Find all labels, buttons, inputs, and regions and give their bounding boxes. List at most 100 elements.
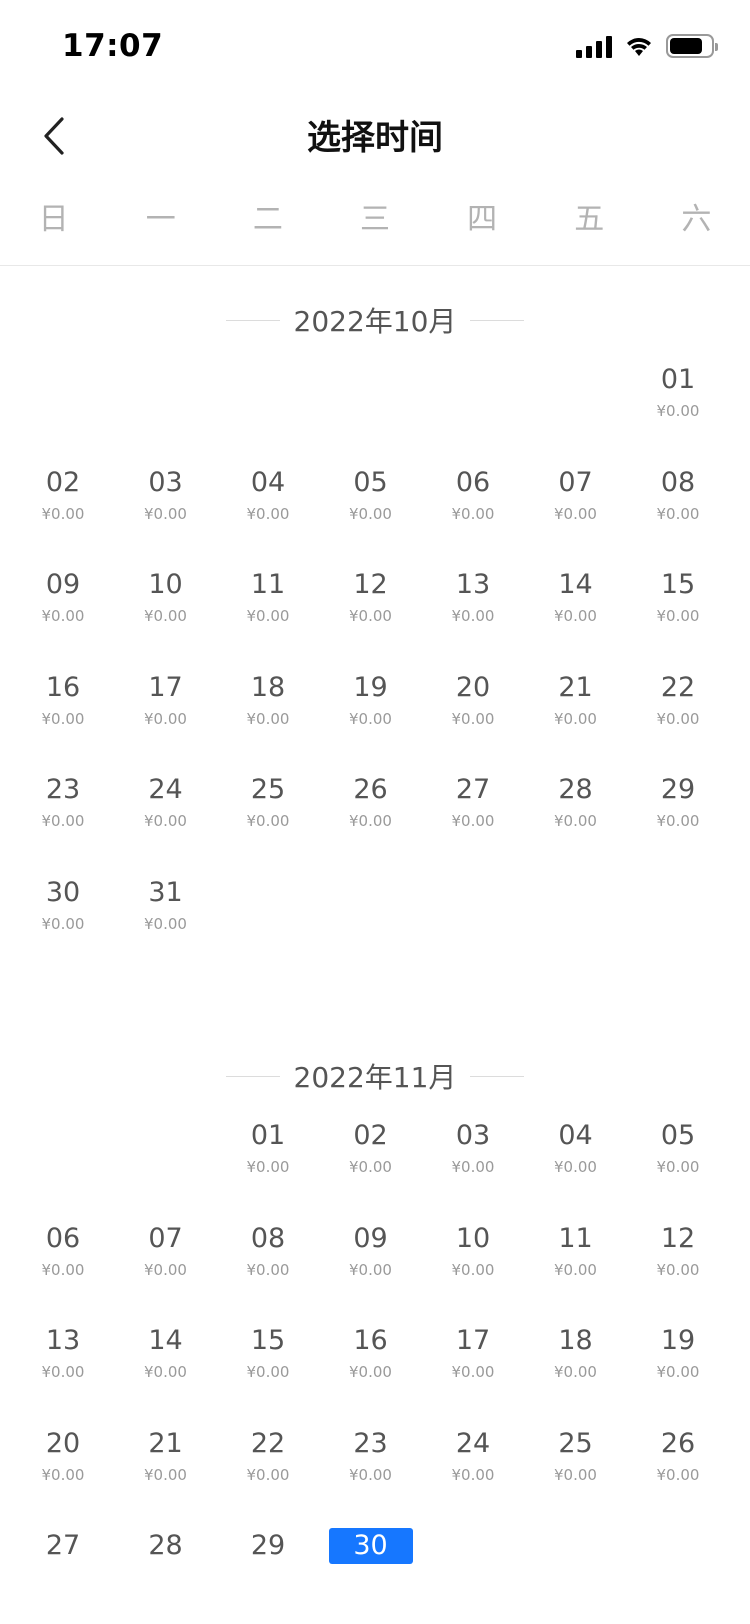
day-number: 07	[148, 1222, 183, 1254]
day-number: 18	[250, 671, 286, 703]
day-price: ¥0.00	[349, 709, 392, 728]
day-price: ¥0.00	[246, 812, 290, 830]
month-title: 2022年10月	[293, 305, 457, 338]
day-number: 17	[148, 671, 183, 703]
day-cell[interactable]: 26 ¥0.00	[630, 1426, 726, 1518]
day-cell[interactable]: 22 ¥0.00	[630, 670, 726, 762]
day-cell[interactable]: 11 ¥0.00	[220, 567, 316, 659]
day-price: ¥0.00	[246, 1363, 290, 1381]
day-price: ¥0.00	[41, 914, 85, 933]
day-price: ¥0.00	[656, 402, 700, 420]
day-cell[interactable]: 08 ¥0.00	[630, 465, 726, 557]
day-number: 01	[250, 1120, 286, 1151]
day-cell[interactable]: 12 ¥0.00	[630, 1221, 726, 1313]
day-cell[interactable]: 09 ¥0.00	[15, 567, 111, 659]
day-cell[interactable]: 10 ¥0.00	[425, 1221, 521, 1313]
status-time: 17:07	[62, 28, 164, 64]
day-cell[interactable]: 24 ¥0.00	[425, 1426, 521, 1518]
day-number: 11	[250, 569, 286, 600]
day-cell[interactable]: 02 ¥0.00	[323, 1118, 419, 1210]
day-cell[interactable]: 23 ¥0.00	[323, 1426, 419, 1518]
day-number: 15	[250, 1325, 286, 1356]
day-cell[interactable]: 03 ¥0.00	[118, 465, 214, 557]
day-cell[interactable]: 13 ¥0.00	[15, 1323, 111, 1415]
day-cell[interactable]: 26 ¥0.00	[323, 772, 419, 864]
day-cell[interactable]: 12 ¥0.00	[323, 567, 419, 659]
day-cell[interactable]: 14 ¥0.00	[528, 567, 624, 659]
day-price: ¥0.00	[41, 1465, 85, 1484]
weekday-thu: 四	[467, 202, 498, 237]
day-price: ¥0.00	[656, 812, 700, 830]
day-cell[interactable]: 15 ¥0.00	[630, 567, 726, 659]
day-cell[interactable]: 18 ¥0.00	[220, 670, 316, 762]
day-cell[interactable]: 18 ¥0.00	[528, 1323, 624, 1415]
day-cell[interactable]: 29	[220, 1528, 316, 1620]
weekday-tue: 二	[252, 202, 283, 237]
day-cell[interactable]: 28	[118, 1528, 214, 1620]
day-cell[interactable]: 20 ¥0.00	[425, 670, 521, 762]
day-cell[interactable]: 27 ¥0.00	[425, 772, 521, 864]
day-cell[interactable]: 21 ¥0.00	[118, 1426, 214, 1518]
day-cell[interactable]: 29 ¥0.00	[630, 772, 726, 864]
day-cell[interactable]: 04 ¥0.00	[528, 1118, 624, 1210]
day-number: 03	[148, 466, 183, 498]
day-cell[interactable]: 04 ¥0.00	[220, 465, 316, 557]
day-cell[interactable]: 25 ¥0.00	[220, 772, 316, 864]
day-cell[interactable]: 07 ¥0.00	[118, 1221, 214, 1313]
day-price: ¥0.00	[144, 607, 187, 625]
day-price: ¥0.00	[246, 504, 290, 523]
month-title: 2022年11月	[293, 1061, 457, 1094]
day-cell[interactable]: 01 ¥0.00	[220, 1118, 316, 1210]
day-cell[interactable]: 25 ¥0.00	[528, 1426, 624, 1518]
day-number: 09	[45, 569, 81, 600]
day-cell[interactable]: 15 ¥0.00	[220, 1323, 316, 1415]
day-cell[interactable]: 05 ¥0.00	[630, 1118, 726, 1210]
day-cell[interactable]: 09 ¥0.00	[323, 1221, 419, 1313]
day-cell[interactable]: 24 ¥0.00	[118, 772, 214, 864]
day-cell[interactable]: 01 ¥0.00	[630, 362, 726, 454]
day-price: ¥0.00	[349, 504, 392, 523]
day-number: 05	[660, 1120, 696, 1151]
weekday-header: 日 一 二 三 四 五 六	[0, 180, 750, 266]
month-header: 2022年11月	[0, 1046, 750, 1106]
day-cell[interactable]: 11 ¥0.00	[528, 1221, 624, 1313]
day-cell[interactable]: 28 ¥0.00	[528, 772, 624, 864]
day-cell[interactable]: 02 ¥0.00	[15, 465, 111, 557]
day-cell[interactable]: 10 ¥0.00	[118, 567, 214, 659]
divider	[470, 1075, 525, 1077]
day-price: ¥0.00	[41, 1260, 85, 1279]
day-cell[interactable]: 17 ¥0.00	[118, 670, 214, 762]
signal-icon	[576, 34, 612, 58]
day-price: ¥0.00	[554, 709, 597, 728]
day-cell[interactable]: 05 ¥0.00	[323, 465, 419, 557]
day-cell[interactable]: 17 ¥0.00	[425, 1323, 521, 1415]
day-price: ¥0.00	[41, 709, 85, 728]
day-number: 18	[558, 1325, 593, 1356]
day-cell[interactable]: 19 ¥0.00	[630, 1323, 726, 1415]
day-cell[interactable]: 06 ¥0.00	[425, 465, 521, 557]
day-cell[interactable]: 19 ¥0.00	[323, 670, 419, 762]
day-number: 13	[45, 1325, 81, 1356]
day-cell[interactable]: 16 ¥0.00	[323, 1323, 419, 1415]
weekday-sat: 六	[681, 202, 712, 237]
day-cell[interactable]: 27	[15, 1528, 111, 1620]
day-cell[interactable]: 07 ¥0.00	[528, 465, 624, 557]
day-cell[interactable]: 16 ¥0.00	[15, 670, 111, 762]
day-cell[interactable]: 23 ¥0.00	[15, 772, 111, 864]
day-cell[interactable]: 14 ¥0.00	[118, 1323, 214, 1415]
day-number: 29	[250, 1530, 286, 1561]
day-cell[interactable]: 21 ¥0.00	[528, 670, 624, 762]
day-cell[interactable]: 20 ¥0.00	[15, 1426, 111, 1518]
day-cell[interactable]: 06 ¥0.00	[15, 1221, 111, 1313]
day-cell[interactable]: 31 ¥0.00	[118, 875, 214, 967]
day-price: ¥0.00	[144, 914, 187, 933]
selected-day-cell[interactable]: 30	[323, 1528, 419, 1620]
day-cell[interactable]: 30 ¥0.00	[15, 875, 111, 967]
day-cell[interactable]: 08 ¥0.00	[220, 1221, 316, 1313]
day-cell[interactable]: 22 ¥0.00	[220, 1426, 316, 1518]
day-cell[interactable]: 03 ¥0.00	[425, 1118, 521, 1210]
day-number: 07	[558, 466, 593, 498]
day-cell[interactable]: 13 ¥0.00	[425, 567, 521, 659]
day-price: ¥0.00	[656, 1465, 700, 1484]
day-number: 22	[250, 1427, 286, 1459]
